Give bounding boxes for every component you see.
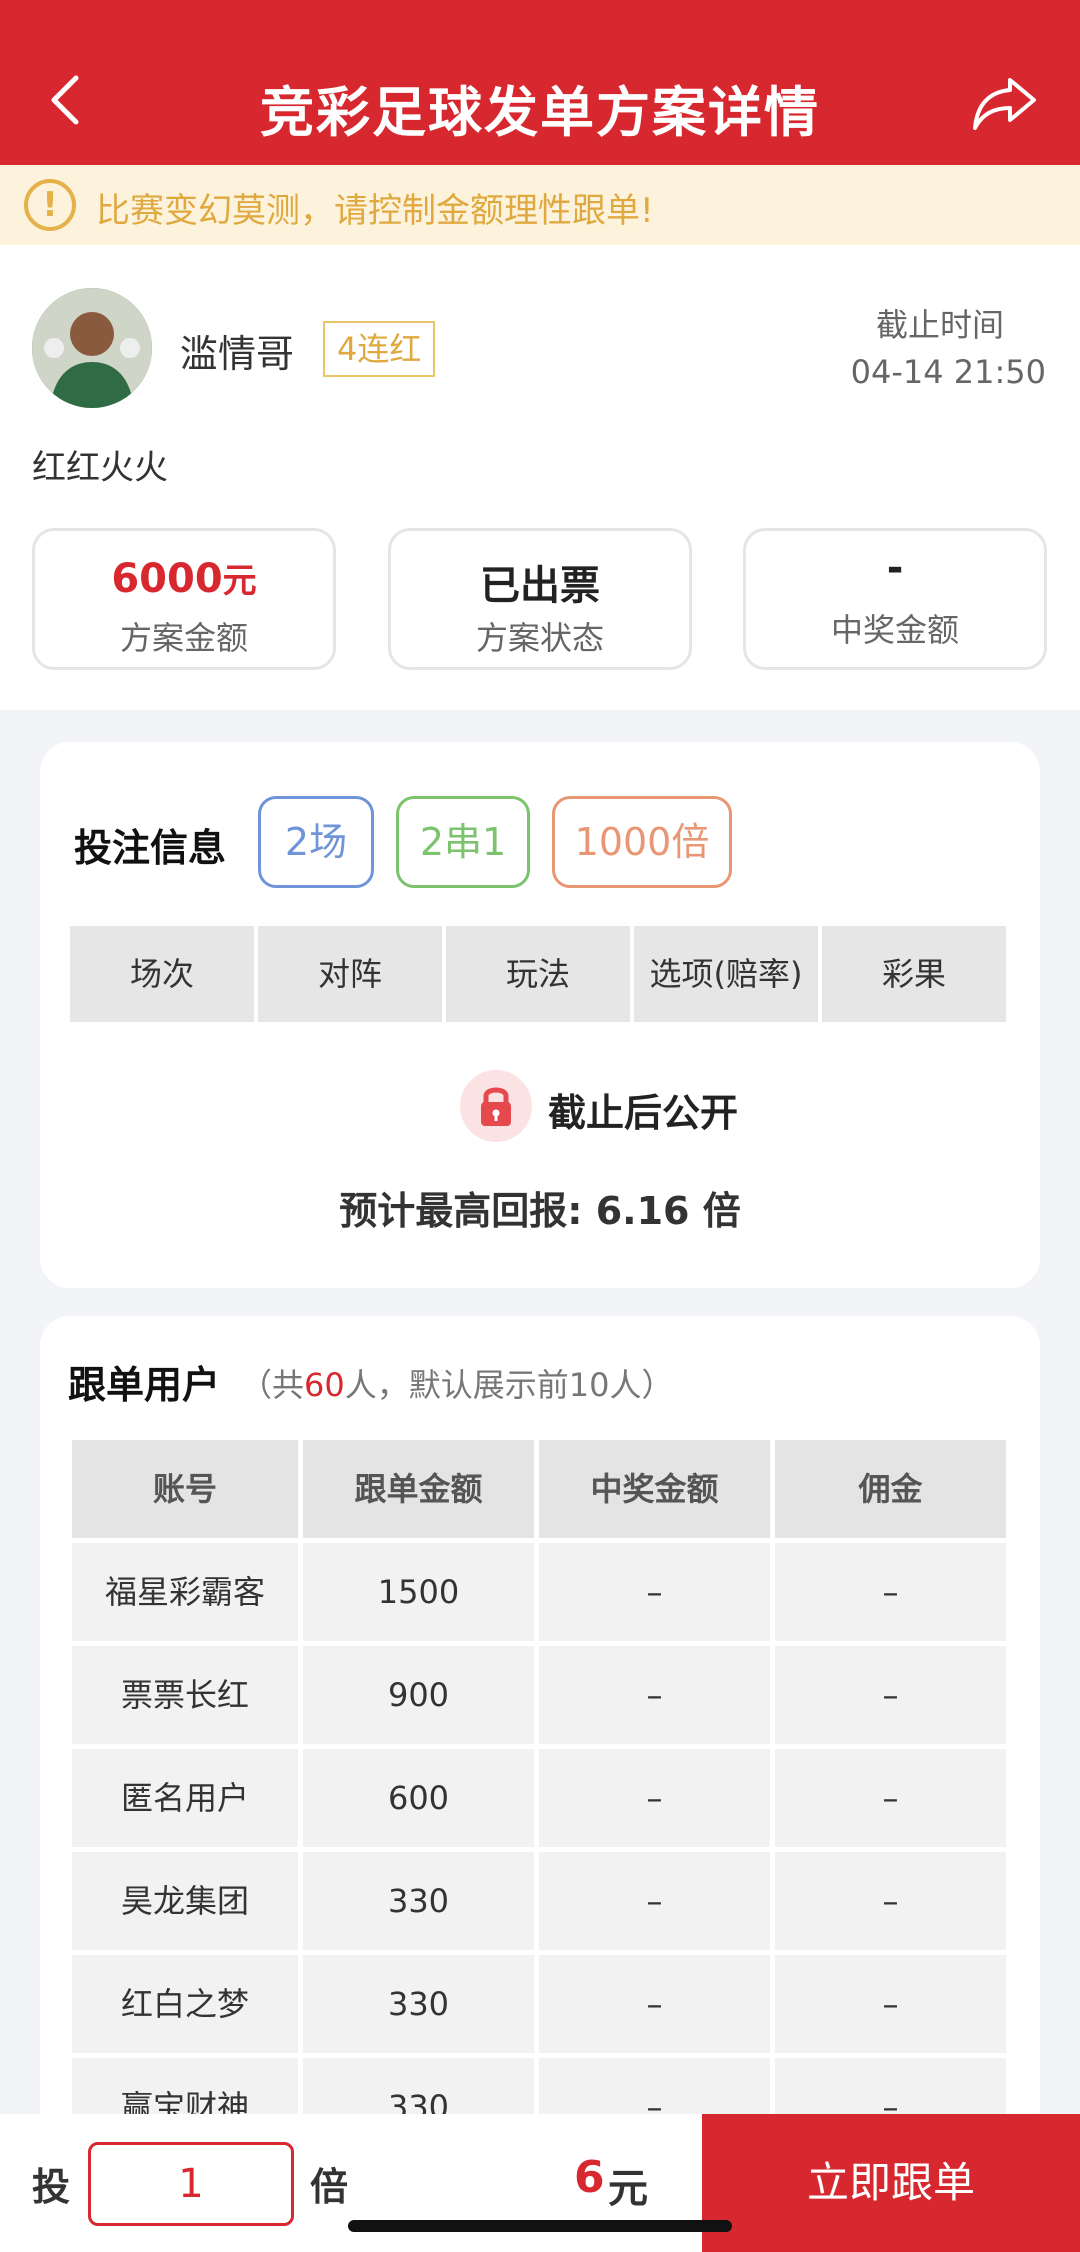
tag-matches: 2场 [258, 796, 374, 888]
home-indicator [348, 2220, 732, 2232]
row-commission: – [775, 1955, 1006, 2053]
stat-plan-amount: 6000元 方案金额 [32, 528, 336, 670]
page-title: 竞彩足球发单方案详情 [260, 81, 820, 144]
row-follow-amount: 330 [303, 1852, 534, 1950]
followers-sub-prefix: （共 [240, 1366, 305, 1404]
row-follow-amount: 1500 [303, 1543, 534, 1641]
table-row: 福星彩霸客 1500 – – [72, 1543, 1006, 1641]
row-prize-amount: – [539, 1646, 770, 1744]
row-account: 福星彩霸客 [72, 1543, 298, 1641]
tag-combo: 2串1 [396, 796, 530, 888]
row-prize-amount: – [539, 1955, 770, 2053]
plan-profile-section: 滥情哥 4连红 截止时间 04-14 21:50 红红火火 6000元 方案金额… [0, 245, 1080, 710]
row-commission: – [775, 1852, 1006, 1950]
row-follow-amount: 600 [303, 1749, 534, 1847]
col-option-odds: 选项(赔率) [634, 926, 818, 1022]
row-commission: – [775, 1749, 1006, 1847]
bet-table-header: 场次 对阵 玩法 选项(赔率) 彩果 [70, 926, 1006, 1022]
row-prize-amount: – [539, 1852, 770, 1950]
col-fixture: 对阵 [258, 926, 442, 1022]
bet-info-card: 投注信息 2场 2串1 1000倍 场次 对阵 玩法 选项(赔率) 彩果 截止后… [40, 742, 1040, 1288]
row-account: 红白之梦 [72, 1955, 298, 2053]
row-account: 昊龙集团 [72, 1852, 298, 1950]
stat-plan-status: 已出票 方案状态 [388, 528, 692, 670]
table-row: 匿名用户 600 – – [72, 1749, 1006, 1847]
multiplier-prefix-label: 投 [32, 2165, 71, 2209]
followers-count: 60 [304, 1366, 345, 1404]
row-commission: – [775, 1543, 1006, 1641]
col-result: 彩果 [822, 926, 1006, 1022]
max-return-text: 预计最高回报: 6.16 倍 [339, 1189, 741, 1233]
row-commission: – [775, 1646, 1006, 1744]
table-row: 票票长红 900 – – [72, 1646, 1006, 1744]
col-play-type: 玩法 [446, 926, 630, 1022]
share-icon[interactable] [970, 70, 1040, 136]
risk-notice-text: 比赛变幻莫测，请控制金额理性跟单! [96, 191, 654, 231]
plan-status-label: 方案状态 [475, 619, 604, 657]
followers-title: 跟单用户 [68, 1363, 221, 1407]
plan-amount-value: 6000 [111, 556, 223, 602]
multiplier-input[interactable]: 1 [88, 2142, 294, 2226]
row-prize-amount: – [539, 1543, 770, 1641]
bet-info-title: 投注信息 [74, 826, 227, 870]
followers-table-header: 账号 跟单金额 中奖金额 佣金 [72, 1440, 1006, 1538]
stat-prize-amount: - 中奖金额 [743, 528, 1047, 670]
table-row: 昊龙集团 330 – – [72, 1852, 1006, 1950]
row-account: 匿名用户 [72, 1749, 298, 1847]
username: 滥情哥 [180, 332, 295, 376]
tag-multiple: 1000倍 [552, 796, 732, 888]
top-nav-bar: 竞彩足球发单方案详情 [0, 0, 1080, 165]
plan-slogan: 红红火火 [32, 448, 168, 488]
plan-amount-unit: 元 [222, 561, 257, 601]
followers-subtitle: （共60人，默认展示前10人） [240, 1360, 673, 1406]
total-amount: 6 [574, 2152, 605, 2203]
plan-status-value: 已出票 [480, 563, 600, 609]
lock-icon [460, 1070, 532, 1142]
col-prize-amount: 中奖金额 [539, 1440, 770, 1538]
avatar[interactable] [32, 288, 152, 408]
col-account: 账号 [72, 1440, 298, 1538]
multiplier-suffix-label: 倍 [310, 2165, 349, 2209]
row-follow-amount: 900 [303, 1646, 534, 1744]
deadline-label: 截止时间 [875, 306, 1004, 344]
follow-now-button[interactable]: 立即跟单 [702, 2114, 1080, 2252]
followers-card: 跟单用户 （共60人，默认展示前10人） 账号 跟单金额 中奖金额 佣金 福星彩… [40, 1316, 1040, 2156]
deadline-value: 04-14 21:50 [850, 353, 1046, 391]
row-prize-amount: – [539, 1749, 770, 1847]
warning-icon: ! [24, 179, 76, 231]
locked-text: 截止后公开 [548, 1091, 739, 1135]
prize-amount-label: 中奖金额 [830, 611, 959, 649]
total-amount-unit: 元 [608, 2166, 648, 2212]
table-row: 红白之梦 330 – – [72, 1955, 1006, 2053]
col-commission: 佣金 [775, 1440, 1006, 1538]
risk-notice-bar: ! 比赛变幻莫测，请控制金额理性跟单! [0, 165, 1080, 245]
followers-table: 账号 跟单金额 中奖金额 佣金 福星彩霸客 1500 – – 票票长红 900 … [72, 1440, 1006, 2161]
plan-amount-label: 方案金额 [119, 619, 248, 657]
prize-amount-value: - [886, 545, 904, 591]
row-follow-amount: 330 [303, 1955, 534, 2053]
followers-sub-suffix: 人，默认展示前10人） [344, 1366, 674, 1404]
row-account: 票票长红 [72, 1646, 298, 1744]
col-match-no: 场次 [70, 926, 254, 1022]
streak-badge: 4连红 [323, 321, 436, 377]
col-follow-amount: 跟单金额 [303, 1440, 534, 1538]
